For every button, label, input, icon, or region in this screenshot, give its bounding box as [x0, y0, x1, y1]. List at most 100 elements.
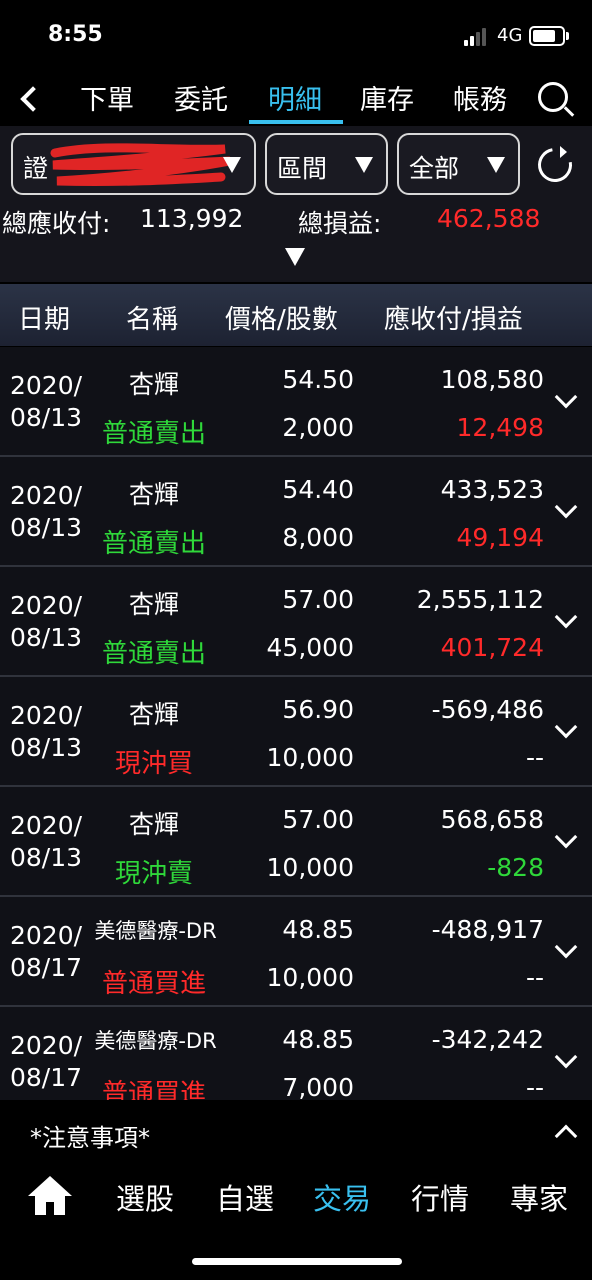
tab-orders[interactable]: 委託 [174, 78, 228, 126]
table-row[interactable]: 2020/ 08/13 杏輝 現沖賣 57.00 10,000 568,658 … [0, 787, 592, 897]
total-receivable-value: 113,992 [140, 204, 244, 233]
search-icon[interactable] [536, 80, 576, 120]
row-price: 56.90 [282, 695, 354, 724]
scope-select[interactable]: 全部 [397, 133, 520, 195]
bottom-nav: 選股 自選 交易 行情 專家 [0, 1162, 592, 1280]
row-pnl: 49,194 [456, 523, 544, 552]
network-label: 4G [497, 25, 523, 46]
row-trade-type: 普通賣出 [101, 529, 206, 559]
chevron-down-icon[interactable] [554, 1045, 578, 1069]
row-price: 57.00 [282, 805, 354, 834]
bottom-nav-stock-picker[interactable]: 選股 [116, 1176, 174, 1218]
bottom-nav-trade[interactable]: 交易 [313, 1176, 371, 1218]
chevron-down-icon[interactable] [554, 605, 578, 629]
tab-place-order[interactable]: 下單 [80, 78, 134, 126]
row-trade-type: 普通買進 [101, 969, 206, 999]
row-date-year: 2020/ [10, 591, 83, 620]
row-stock-name: 杏輝 [128, 480, 179, 509]
row-trade-type: 普通賣出 [101, 419, 206, 449]
expand-summary-icon[interactable] [285, 248, 305, 266]
row-pnl: 401,724 [440, 633, 544, 662]
tab-inventory[interactable]: 庫存 [360, 78, 414, 126]
table-row[interactable]: 2020/ 08/17 美德醫療-DR 普通買進 48.85 10,000 -4… [0, 897, 592, 1007]
row-date-year: 2020/ [10, 481, 83, 510]
row-price: 48.85 [282, 1025, 354, 1054]
chevron-down-icon [487, 157, 505, 173]
scope-select-label: 全部 [409, 154, 460, 183]
table-row[interactable]: 2020/ 08/13 杏輝 普通賣出 54.40 8,000 433,523 … [0, 457, 592, 567]
row-trade-type: 現沖賣 [114, 859, 193, 889]
table-row[interactable]: 2020/ 08/13 杏輝 普通賣出 57.00 45,000 2,555,1… [0, 567, 592, 677]
row-price: 48.85 [282, 915, 354, 944]
row-pnl: 12,498 [456, 413, 544, 442]
row-amount: 433,523 [440, 475, 544, 504]
status-bar: 8:55 4G [0, 0, 592, 70]
tab-details[interactable]: 明細 [268, 78, 322, 126]
top-nav: 下單 委託 明細 庫存 帳務 [0, 70, 592, 126]
row-date-md: 08/13 [10, 733, 83, 762]
chevron-down-icon[interactable] [554, 715, 578, 739]
row-amount: 568,658 [440, 805, 544, 834]
header-price-shares: 價格/股數 [225, 305, 338, 335]
bottom-nav-watchlist[interactable]: 自選 [216, 1176, 274, 1218]
row-amount: -569,486 [431, 695, 544, 724]
total-receivable-label: 總應收付: [2, 209, 111, 238]
row-stock-name: 杏輝 [128, 370, 179, 399]
row-amount: 108,580 [440, 365, 544, 394]
chevron-down-icon[interactable] [554, 495, 578, 519]
row-date-md: 08/13 [10, 843, 83, 872]
row-shares: 8,000 [282, 523, 354, 552]
account-select[interactable]: 證 [11, 133, 256, 195]
refresh-icon[interactable] [531, 141, 579, 189]
row-date-year: 2020/ [10, 921, 83, 950]
table-row[interactable]: 2020/ 08/13 杏輝 現沖買 56.90 10,000 -569,486… [0, 677, 592, 787]
header-name: 名稱 [126, 305, 179, 335]
row-date-md: 08/17 [10, 953, 83, 982]
row-stock-name: 美德醫療-DR [94, 919, 217, 943]
bottom-nav-quotes[interactable]: 行情 [411, 1176, 469, 1218]
total-pnl-value: 462,588 [437, 204, 541, 233]
table-row[interactable]: 2020/ 08/13 杏輝 普通賣出 54.50 2,000 108,580 … [0, 347, 592, 457]
active-tab-indicator [249, 120, 343, 124]
chevron-up-icon[interactable] [554, 1124, 578, 1148]
total-pnl-label: 總損益: [298, 209, 382, 238]
back-icon[interactable] [14, 78, 50, 118]
row-trade-type: 普通賣出 [101, 639, 206, 669]
table-row[interactable]: 2020/ 08/17 美德醫療-DR 普通買進 48.85 7,000 -34… [0, 1007, 592, 1100]
row-stock-name: 杏輝 [128, 590, 179, 619]
row-trade-type: 現沖買 [114, 749, 193, 779]
row-date-md: 08/13 [10, 403, 83, 432]
row-date-year: 2020/ [10, 1031, 83, 1060]
row-price: 54.40 [282, 475, 354, 504]
bottom-nav-experts[interactable]: 專家 [510, 1176, 568, 1218]
row-amount: -342,242 [431, 1025, 544, 1054]
chevron-down-icon[interactable] [554, 935, 578, 959]
row-date-md: 08/13 [10, 513, 83, 542]
row-shares: 7,000 [282, 1073, 354, 1100]
chevron-down-icon [355, 157, 373, 173]
chevron-down-icon[interactable] [554, 385, 578, 409]
battery-icon [529, 26, 565, 46]
row-pnl: -- [525, 1073, 544, 1100]
notice-bar[interactable]: *注意事項* [0, 1100, 592, 1162]
filter-bar: 證 區間 全部 總應收付: 113,992 總損益: 462,588 [0, 126, 592, 282]
row-amount: 2,555,112 [416, 585, 544, 614]
home-indicator[interactable] [192, 1258, 402, 1265]
battery-tip [566, 32, 569, 40]
signal-icon [464, 28, 492, 46]
row-stock-name: 杏輝 [128, 700, 179, 729]
row-stock-name: 杏輝 [128, 810, 179, 839]
redaction-mark [50, 143, 231, 187]
chevron-down-icon[interactable] [554, 825, 578, 849]
row-stock-name: 美德醫療-DR [94, 1029, 217, 1053]
home-icon[interactable] [28, 1176, 72, 1216]
range-select[interactable]: 區間 [265, 133, 388, 195]
table-header: 日期 名稱 價格/股數 應收付/損益 [0, 284, 592, 346]
tab-accounts[interactable]: 帳務 [453, 78, 507, 126]
row-date-year: 2020/ [10, 371, 83, 400]
status-time: 8:55 [48, 22, 103, 47]
row-price: 54.50 [282, 365, 354, 394]
row-trade-type: 普通買進 [101, 1079, 206, 1100]
transaction-list[interactable]: 2020/ 08/13 杏輝 普通賣出 54.50 2,000 108,580 … [0, 347, 592, 1100]
row-shares: 2,000 [282, 413, 354, 442]
